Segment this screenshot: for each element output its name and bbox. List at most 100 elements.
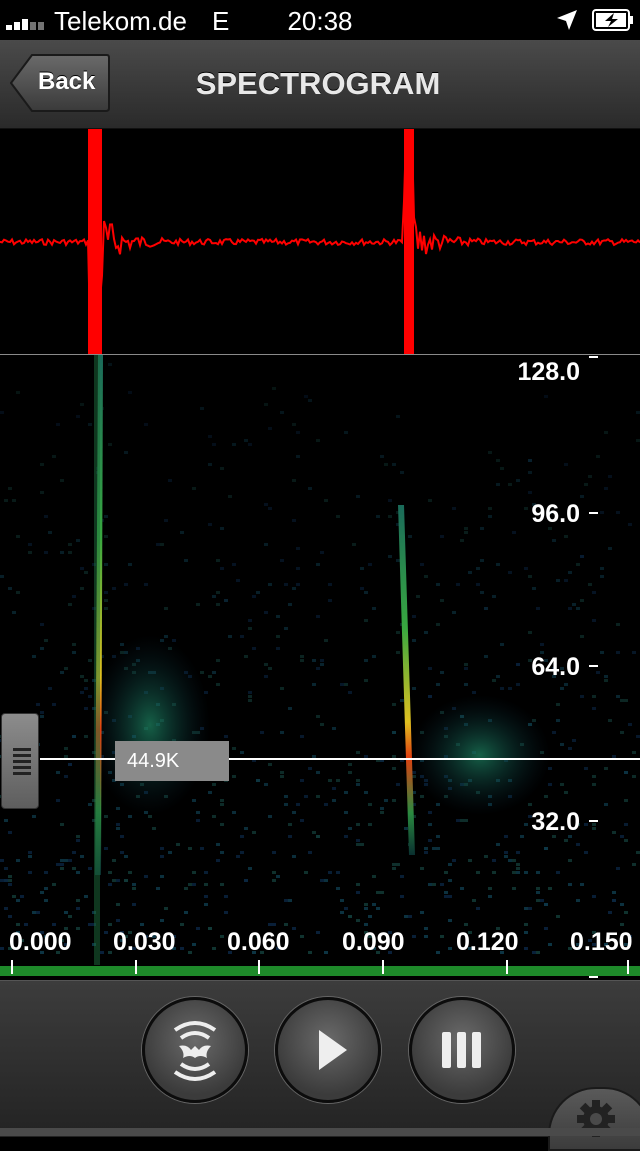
noise-cell — [320, 551, 324, 554]
noise-cell — [244, 879, 248, 882]
noise-cell — [284, 795, 288, 798]
noise-cell — [564, 791, 568, 794]
noise-cell — [212, 443, 216, 446]
noise-cell — [560, 743, 564, 746]
noise-cell — [292, 587, 296, 590]
noise-cell — [116, 919, 120, 922]
noise-cell — [244, 439, 248, 442]
noise-cell — [548, 887, 552, 890]
noise-cell — [212, 947, 216, 950]
bottom-edge — [0, 1128, 640, 1136]
noise-cell — [84, 735, 88, 738]
noise-cell — [112, 859, 116, 862]
noise-cell — [216, 683, 220, 686]
noise-cell — [276, 647, 280, 650]
noise-cell — [568, 571, 572, 574]
noise-cell — [240, 635, 244, 638]
battery-charging-icon — [592, 9, 633, 31]
noise-cell — [596, 455, 600, 458]
noise-cell — [452, 507, 456, 510]
noise-cell — [540, 643, 544, 646]
noise-cell — [124, 451, 128, 454]
noise-cell — [216, 859, 220, 862]
noise-cell — [592, 775, 596, 778]
noise-cell — [264, 611, 268, 614]
noise-cell — [368, 563, 372, 566]
noise-cell — [620, 903, 624, 906]
noise-cell — [248, 699, 252, 702]
waveform-view[interactable] — [0, 129, 640, 355]
echo-haze-1 — [90, 635, 210, 815]
noise-cell — [324, 499, 328, 502]
pause-button[interactable] — [409, 997, 515, 1103]
noise-cell — [328, 779, 332, 782]
noise-cell — [448, 863, 452, 866]
noise-cell — [548, 783, 552, 786]
play-button[interactable] — [275, 997, 381, 1103]
noise-cell — [516, 863, 520, 866]
noise-cell — [108, 923, 112, 926]
settings-button[interactable] — [548, 1087, 640, 1151]
noise-cell — [28, 871, 32, 874]
page-title: SPECTROGRAM — [195, 66, 441, 101]
noise-cell — [272, 871, 276, 874]
noise-cell — [236, 579, 240, 582]
noise-cell — [484, 607, 488, 610]
noise-cell — [264, 663, 268, 666]
noise-cell — [536, 899, 540, 902]
noise-cell — [360, 587, 364, 590]
noise-cell — [244, 827, 248, 830]
noise-cell — [372, 875, 376, 878]
noise-cell — [108, 883, 112, 886]
noise-cell — [624, 911, 628, 914]
noise-cell — [260, 731, 264, 734]
frequency-cursor-handle[interactable] — [1, 713, 39, 809]
noise-cell — [460, 887, 464, 890]
noise-cell — [220, 935, 224, 938]
noise-cell — [316, 795, 320, 798]
timeline-bar[interactable] — [0, 966, 640, 976]
noise-cell — [380, 807, 384, 810]
noise-cell — [556, 719, 560, 722]
noise-cell — [528, 471, 532, 474]
noise-cell — [128, 391, 132, 394]
noise-cell — [16, 899, 20, 902]
noise-cell — [340, 899, 344, 902]
noise-cell — [624, 771, 628, 774]
noise-cell — [592, 695, 596, 698]
noise-cell — [628, 523, 632, 526]
noise-cell — [604, 431, 608, 434]
noise-cell — [492, 871, 496, 874]
noise-cell — [596, 671, 600, 674]
noise-cell — [420, 867, 424, 870]
noise-cell — [364, 659, 368, 662]
noise-cell — [220, 799, 224, 802]
noise-cell — [316, 835, 320, 838]
noise-cell — [360, 567, 364, 570]
bat-detector-button[interactable] — [142, 997, 248, 1103]
noise-cell — [212, 783, 216, 786]
noise-cell — [60, 671, 64, 674]
noise-cell — [584, 483, 588, 486]
noise-cell — [316, 667, 320, 670]
noise-cell — [284, 627, 288, 630]
noise-cell — [144, 875, 148, 878]
noise-cell — [540, 899, 544, 902]
noise-cell — [192, 943, 196, 946]
noise-cell — [280, 687, 284, 690]
noise-cell — [68, 763, 72, 766]
noise-cell — [400, 699, 404, 702]
echo-haze-2 — [410, 695, 550, 815]
noise-cell — [40, 715, 44, 718]
noise-cell — [556, 915, 560, 918]
noise-cell — [452, 859, 456, 862]
noise-cell — [72, 595, 76, 598]
noise-cell — [192, 487, 196, 490]
noise-cell — [476, 583, 480, 586]
noise-cell — [608, 719, 612, 722]
noise-cell — [380, 811, 384, 814]
noise-cell — [376, 907, 380, 910]
noise-cell — [392, 867, 396, 870]
noise-cell — [140, 923, 144, 926]
noise-cell — [156, 543, 160, 546]
